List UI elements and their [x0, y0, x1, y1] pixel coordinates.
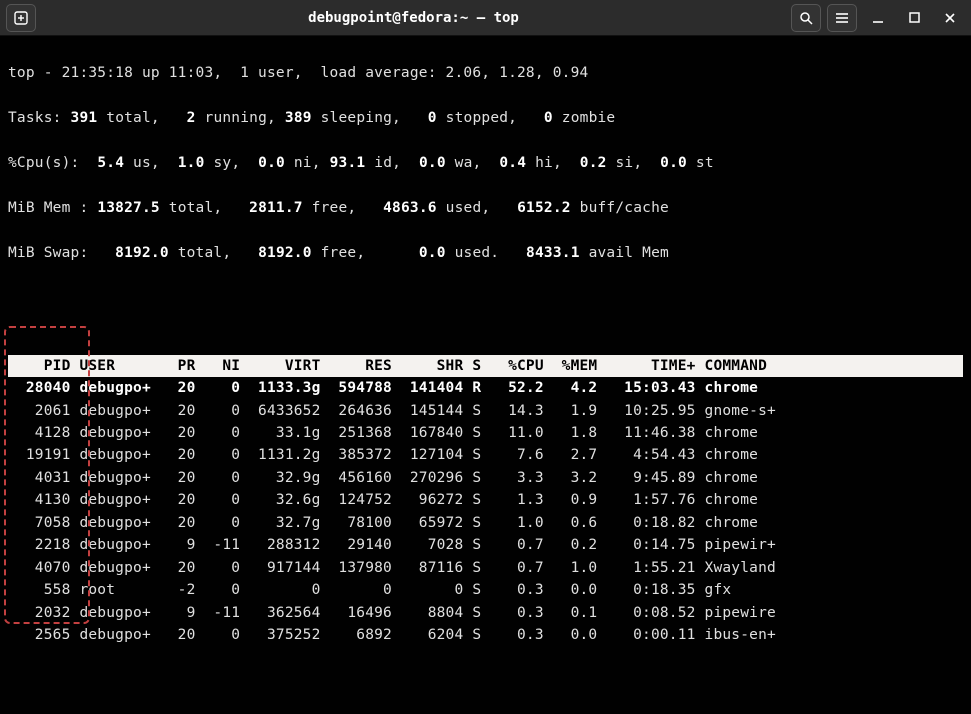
- terminal-output[interactable]: top - 21:35:18 up 11:03, 1 user, load av…: [0, 36, 971, 714]
- table-row: 2565 debugpo+ 20 0 375252 6892 6204 S 0.…: [8, 624, 963, 646]
- window-title: debugpoint@fedora:~ — top: [36, 10, 791, 26]
- close-button[interactable]: [935, 4, 965, 32]
- close-icon: [944, 12, 956, 24]
- search-button[interactable]: [791, 4, 821, 32]
- summary-line-uptime: top - 21:35:18 up 11:03, 1 user, load av…: [8, 62, 963, 84]
- menu-button[interactable]: [827, 4, 857, 32]
- summary-line-cpu: %Cpu(s): 5.4 us, 1.0 sy, 0.0 ni, 93.1 id…: [8, 152, 963, 174]
- table-row: 19191 debugpo+ 20 0 1131.2g 385372 12710…: [8, 444, 963, 466]
- table-row: 558 root -2 0 0 0 0 S 0.3 0.0 0:18.35 gf…: [8, 579, 963, 601]
- table-row: 2061 debugpo+ 20 0 6433652 264636 145144…: [8, 400, 963, 422]
- table-row: 7058 debugpo+ 20 0 32.7g 78100 65972 S 1…: [8, 512, 963, 534]
- table-row: 4128 debugpo+ 20 0 33.1g 251368 167840 S…: [8, 422, 963, 444]
- table-row: 4031 debugpo+ 20 0 32.9g 456160 270296 S…: [8, 467, 963, 489]
- table-row: 2032 debugpo+ 9 -11 362564 16496 8804 S …: [8, 602, 963, 624]
- table-row: 2218 debugpo+ 9 -11 288312 29140 7028 S …: [8, 534, 963, 556]
- search-icon: [799, 11, 813, 25]
- table-row: 28040 debugpo+ 20 0 1133.3g 594788 14140…: [8, 377, 963, 399]
- table-header-row: PID USER PR NI VIRT RES SHR S %CPU %MEM …: [8, 355, 963, 377]
- table-row: 4070 debugpo+ 20 0 917144 137980 87116 S…: [8, 557, 963, 579]
- window-titlebar: debugpoint@fedora:~ — top: [0, 0, 971, 36]
- process-table: PID USER PR NI VIRT RES SHR S %CPU %MEM …: [8, 332, 963, 692]
- maximize-button[interactable]: [899, 4, 929, 32]
- new-tab-button[interactable]: [6, 4, 36, 32]
- minimize-icon: [872, 12, 884, 24]
- hamburger-icon: [835, 12, 849, 24]
- maximize-icon: [909, 12, 920, 23]
- summary-line-mem: MiB Mem : 13827.5 total, 2811.7 free, 48…: [8, 197, 963, 219]
- minimize-button[interactable]: [863, 4, 893, 32]
- summary-line-swap: MiB Swap: 8192.0 total, 8192.0 free, 0.0…: [8, 242, 963, 264]
- summary-line-tasks: Tasks: 391 total, 2 running, 389 sleepin…: [8, 107, 963, 129]
